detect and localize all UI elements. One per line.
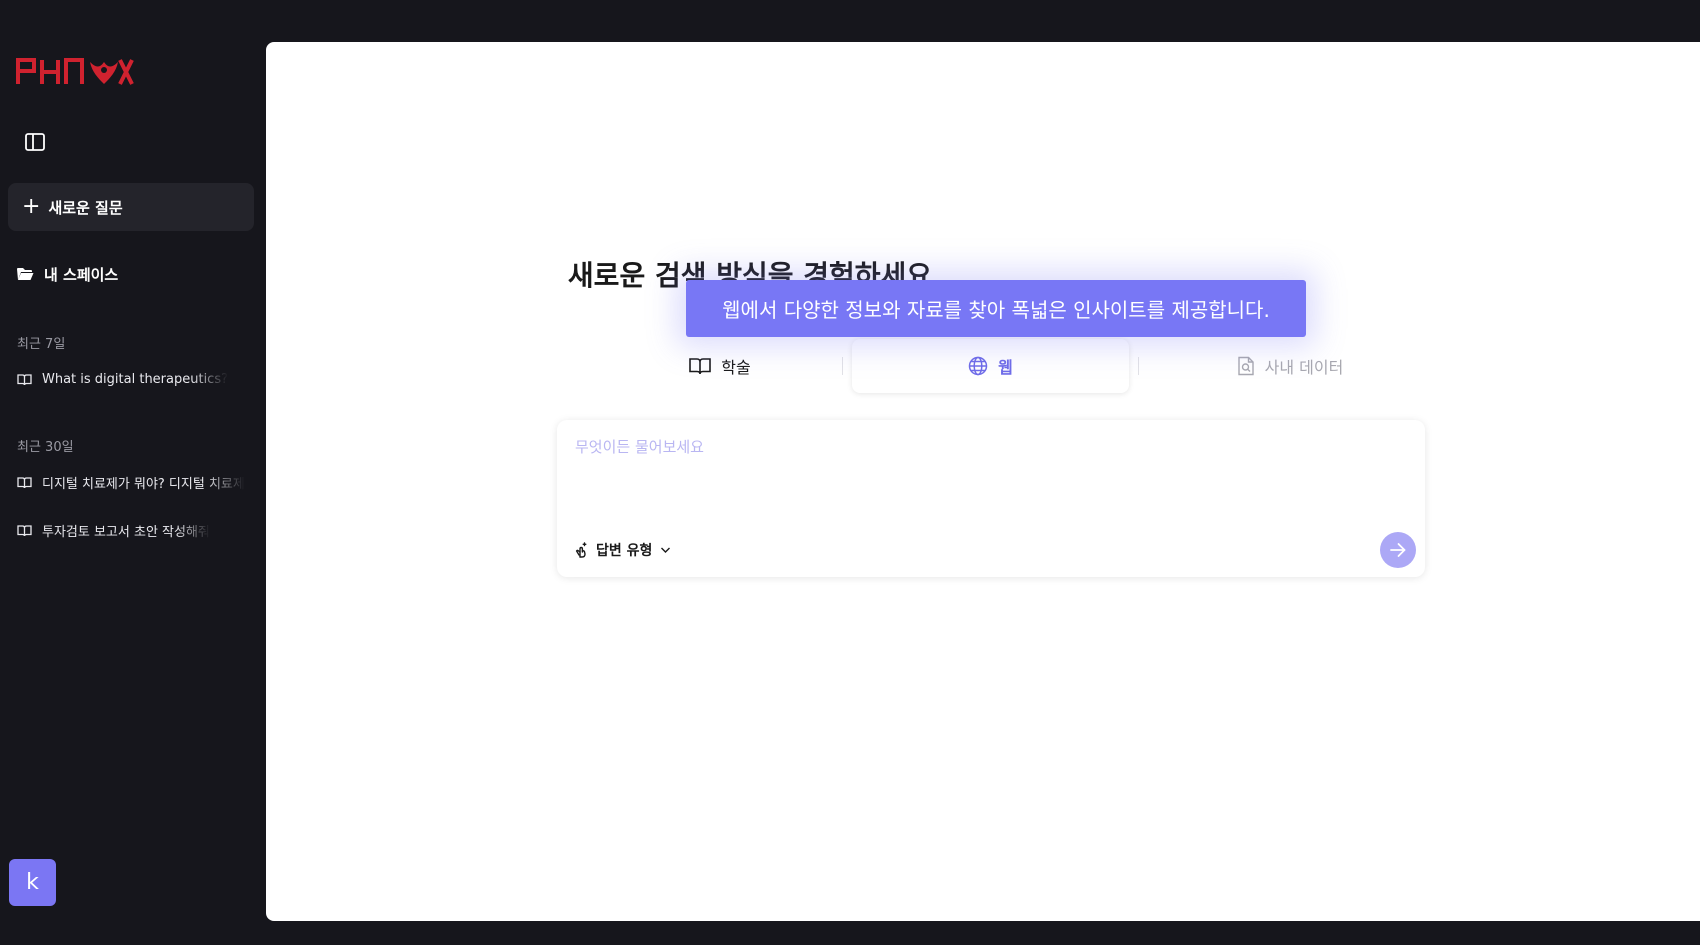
book-icon — [689, 358, 712, 375]
arrow-right-icon — [1390, 543, 1406, 557]
tab-academic[interactable]: 학술 — [600, 339, 840, 393]
tab-web-label: 웹 — [998, 358, 1013, 377]
answer-type-label: 답변 유형 — [596, 543, 653, 559]
search-box: 답변 유형 — [557, 420, 1425, 577]
web-tab-tooltip: 웹에서 다양한 정보와 자료를 찾아 폭넓은 인사이트를 제공합니다. — [686, 280, 1306, 337]
tab-academic-label: 학술 — [721, 358, 751, 377]
tab-internal-data[interactable]: 사내 데이터 — [1130, 339, 1450, 393]
tab-internal-data-label: 사내 데이터 — [1264, 358, 1344, 377]
sparkle-hand-icon — [575, 542, 587, 558]
chevron-down-icon — [661, 547, 671, 553]
answer-type-dropdown[interactable]: 답변 유형 — [574, 538, 671, 562]
tab-web[interactable]: 웹 — [852, 339, 1129, 393]
globe-icon — [968, 356, 988, 376]
search-input[interactable] — [573, 434, 1393, 460]
document-search-icon — [1237, 356, 1254, 376]
send-button[interactable] — [1380, 532, 1416, 568]
tab-divider — [842, 357, 843, 375]
